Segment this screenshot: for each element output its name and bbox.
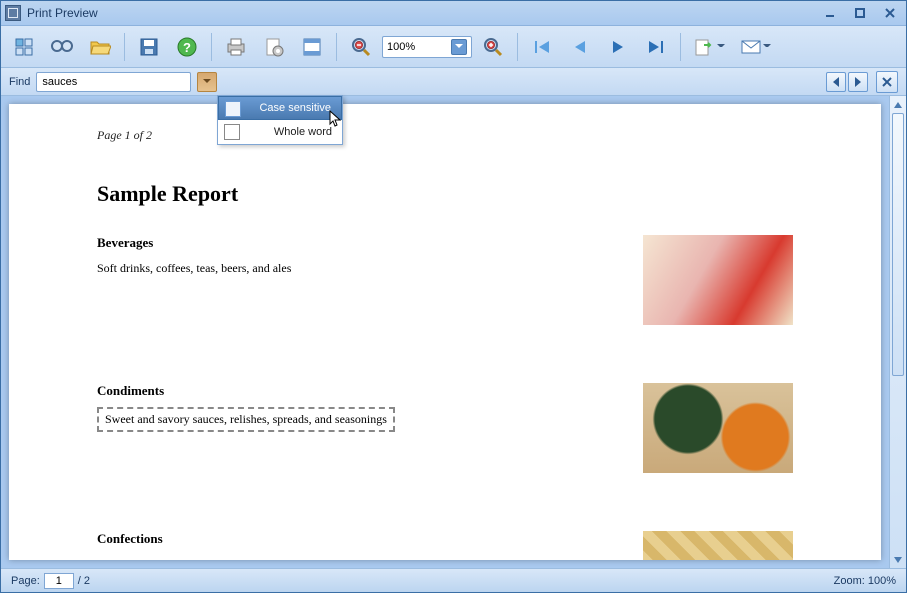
- zoom-out-button[interactable]: [344, 30, 378, 64]
- page-indicator: Page 1 of 2: [97, 128, 793, 143]
- scroll-thumb[interactable]: [892, 113, 904, 376]
- separator: [336, 33, 337, 61]
- email-button[interactable]: [734, 30, 776, 64]
- zoom-status: Zoom: 100%: [834, 575, 896, 587]
- last-page-button[interactable]: [639, 30, 673, 64]
- scroll-track[interactable]: [890, 113, 906, 551]
- svg-text:?: ?: [183, 40, 191, 55]
- separator: [517, 33, 518, 61]
- window-title: Print Preview: [27, 6, 98, 20]
- checkbox-icon: [225, 101, 241, 117]
- page-number-input[interactable]: [44, 573, 74, 589]
- first-page-button[interactable]: [525, 30, 559, 64]
- vertical-scrollbar[interactable]: [889, 96, 906, 568]
- find-input[interactable]: [36, 72, 191, 92]
- separator: [211, 33, 212, 61]
- print-button[interactable]: [219, 30, 253, 64]
- find-options-menu: Case sensitive Whole word: [217, 95, 343, 145]
- find-prev-button[interactable]: [826, 72, 846, 92]
- header-footer-button[interactable]: [295, 30, 329, 64]
- section-heading: Condiments: [97, 383, 629, 399]
- separator: [124, 33, 125, 61]
- scroll-up-icon[interactable]: [890, 96, 906, 113]
- section-confections: Confections Desserts, candies, and sweet…: [97, 531, 793, 560]
- help-button[interactable]: ?: [170, 30, 204, 64]
- main-toolbar: ? 100%: [1, 26, 906, 68]
- maximize-button[interactable]: [848, 4, 872, 22]
- search-highlight: Sweet and savory sauces, relishes, sprea…: [97, 407, 395, 432]
- open-button[interactable]: [83, 30, 117, 64]
- status-bar: Page: / 2 Zoom: 100%: [1, 568, 906, 592]
- page-setup-button[interactable]: [257, 30, 291, 64]
- zoom-in-button[interactable]: [476, 30, 510, 64]
- minimize-button[interactable]: [818, 4, 842, 22]
- separator: [680, 33, 681, 61]
- page-total: / 2: [78, 575, 90, 587]
- find-close-button[interactable]: [876, 71, 898, 93]
- section-beverages: Beverages Soft drinks, coffees, teas, be…: [97, 235, 793, 325]
- thumbnails-button[interactable]: [7, 30, 41, 64]
- save-button[interactable]: [132, 30, 166, 64]
- section-desc: Desserts, candies, and sweet breads: [97, 557, 629, 560]
- section-image: [643, 531, 793, 560]
- checkbox-icon: [224, 124, 240, 140]
- chevron-down-icon: [763, 44, 771, 50]
- whole-word-option[interactable]: Whole word: [218, 120, 342, 144]
- close-button[interactable]: [878, 4, 902, 22]
- print-preview-window: Print Preview ? 100%: [0, 0, 907, 593]
- section-heading: Confections: [97, 531, 629, 547]
- find-next-button[interactable]: [848, 72, 868, 92]
- section-image: [643, 235, 793, 325]
- menu-item-label: Case sensitive: [259, 102, 331, 114]
- page-label: Page:: [11, 575, 40, 587]
- section-heading: Beverages: [97, 235, 629, 251]
- find-button[interactable]: [45, 30, 79, 64]
- section-condiments: Condiments Sweet and savory sauces, reli…: [97, 383, 793, 473]
- prev-page-button[interactable]: [563, 30, 597, 64]
- report-page: Page 1 of 2 Sample Report Beverages Soft…: [9, 104, 881, 560]
- menu-item-label: Whole word: [274, 126, 332, 138]
- section-desc: Soft drinks, coffees, teas, beers, and a…: [97, 261, 629, 276]
- page-area[interactable]: Page 1 of 2 Sample Report Beverages Soft…: [1, 96, 889, 568]
- find-options-dropdown[interactable]: [197, 72, 217, 92]
- app-icon: [5, 5, 21, 21]
- content-area: Page 1 of 2 Sample Report Beverages Soft…: [1, 96, 906, 568]
- titlebar: Print Preview: [1, 1, 906, 26]
- case-sensitive-option[interactable]: Case sensitive: [218, 96, 342, 120]
- find-bar: Find Case sensitive Whole word: [1, 68, 906, 96]
- find-label: Find: [9, 76, 30, 88]
- zoom-value: 100%: [387, 41, 415, 53]
- zoom-dropdown-icon[interactable]: [451, 39, 467, 55]
- export-button[interactable]: [688, 30, 730, 64]
- chevron-down-icon: [717, 44, 725, 50]
- scroll-down-icon[interactable]: [890, 551, 906, 568]
- section-image: [643, 383, 793, 473]
- report-title: Sample Report: [97, 181, 793, 207]
- next-page-button[interactable]: [601, 30, 635, 64]
- zoom-select[interactable]: 100%: [382, 36, 472, 58]
